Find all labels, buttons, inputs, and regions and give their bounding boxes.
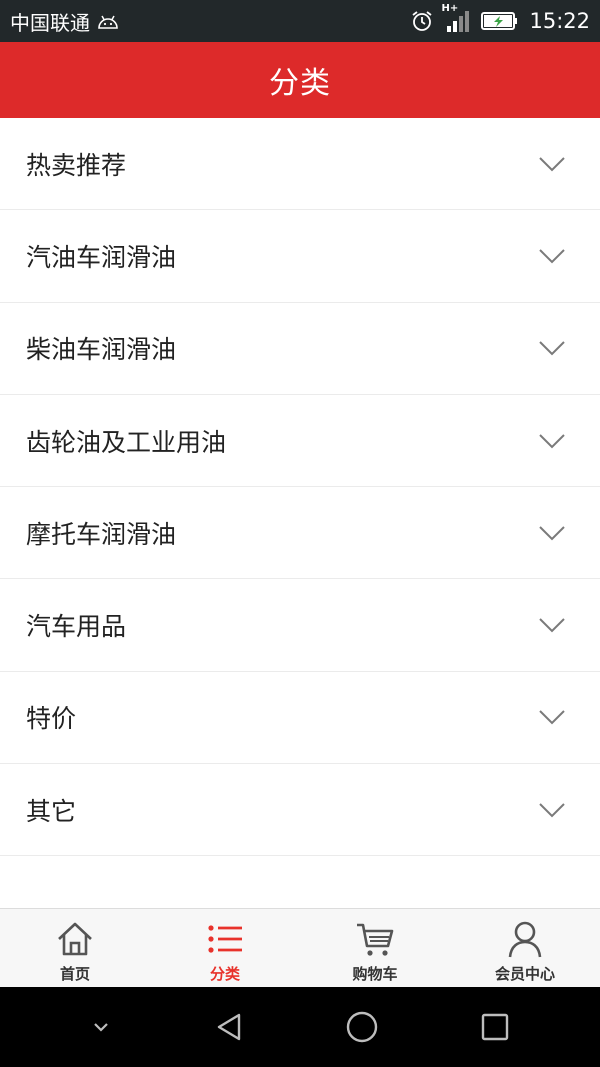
tab-label: 会员中心	[494, 965, 555, 983]
home-icon	[58, 922, 92, 956]
signal-icon: H+	[441, 3, 471, 33]
chevron-down-icon	[539, 156, 565, 172]
network-type: H+	[441, 3, 459, 14]
home-circle-icon	[347, 1011, 378, 1043]
category-item-diesel-oil[interactable]: 柴油车润滑油	[0, 302, 600, 395]
chevron-down-icon	[539, 433, 565, 448]
app-screen: 中国联通 H+ 15:22 分类 热卖推荐 汽油车润滑油 柴油车润滑油 齿轮油及…	[0, 0, 600, 1067]
chevron-down-icon	[539, 526, 565, 541]
cart-icon	[357, 923, 394, 956]
user-icon	[508, 921, 542, 958]
category-label: 柴油车润滑油	[26, 335, 177, 365]
category-item-hot[interactable]: 热卖推荐	[0, 118, 600, 211]
hide-keyboard-button[interactable]	[90, 1020, 112, 1034]
chevron-down-icon	[539, 803, 565, 818]
alarm-icon	[411, 10, 433, 32]
home-button[interactable]	[345, 1010, 379, 1044]
category-label: 汽油车润滑油	[26, 242, 177, 272]
chevron-down-icon	[539, 710, 565, 725]
bottom-tab-bar: 首页 分类 购物车 会员中心	[0, 908, 600, 987]
recents-icon	[481, 1013, 508, 1041]
status-left: 中国联通	[10, 7, 120, 36]
chevron-down-icon	[539, 249, 565, 264]
list-icon	[208, 925, 242, 953]
tab-category[interactable]: 分类	[150, 909, 300, 987]
category-list: 热卖推荐 汽油车润滑油 柴油车润滑油 齿轮油及工业用油 摩托车润滑油 汽车用品 …	[0, 118, 600, 857]
category-label: 特价	[26, 704, 77, 734]
clock-time: 15:22	[529, 9, 590, 33]
category-item-car-supplies[interactable]: 汽车用品	[0, 579, 600, 672]
tab-label: 首页	[59, 965, 90, 983]
category-label: 汽车用品	[26, 612, 127, 642]
back-icon	[217, 1013, 240, 1041]
category-item-gasoline-oil[interactable]: 汽油车润滑油	[0, 210, 600, 303]
tab-label: 购物车	[352, 965, 398, 983]
tab-home[interactable]: 首页	[0, 909, 150, 987]
tab-member-center[interactable]: 会员中心	[450, 909, 600, 987]
back-button[interactable]	[213, 1011, 245, 1043]
chevron-down-icon	[539, 618, 565, 633]
category-label: 齿轮油及工业用油	[26, 427, 227, 457]
category-label: 摩托车润滑油	[26, 519, 177, 549]
carrier-name: 中国联通	[10, 10, 90, 35]
chevron-down-icon	[94, 1023, 109, 1032]
category-label: 热卖推荐	[26, 150, 127, 180]
chevron-down-icon	[539, 341, 565, 356]
tab-label: 分类	[209, 965, 240, 983]
page-title: 分类	[269, 66, 331, 101]
recents-button[interactable]	[480, 1012, 510, 1042]
app-header: 分类	[0, 42, 600, 118]
tab-cart[interactable]: 购物车	[300, 909, 450, 987]
android-icon	[96, 12, 120, 30]
category-label: 其它	[26, 796, 77, 826]
category-item-motorcycle-oil[interactable]: 摩托车润滑油	[0, 487, 600, 580]
status-bar: 中国联通 H+ 15:22	[0, 0, 600, 42]
battery-icon	[481, 11, 519, 31]
category-item-specials[interactable]: 特价	[0, 671, 600, 765]
android-nav-bar	[0, 987, 600, 1067]
category-item-other[interactable]: 其它	[0, 764, 600, 857]
category-item-gear-industrial-oil[interactable]: 齿轮油及工业用油	[0, 394, 600, 488]
status-right: H+ 15:22	[411, 3, 590, 33]
